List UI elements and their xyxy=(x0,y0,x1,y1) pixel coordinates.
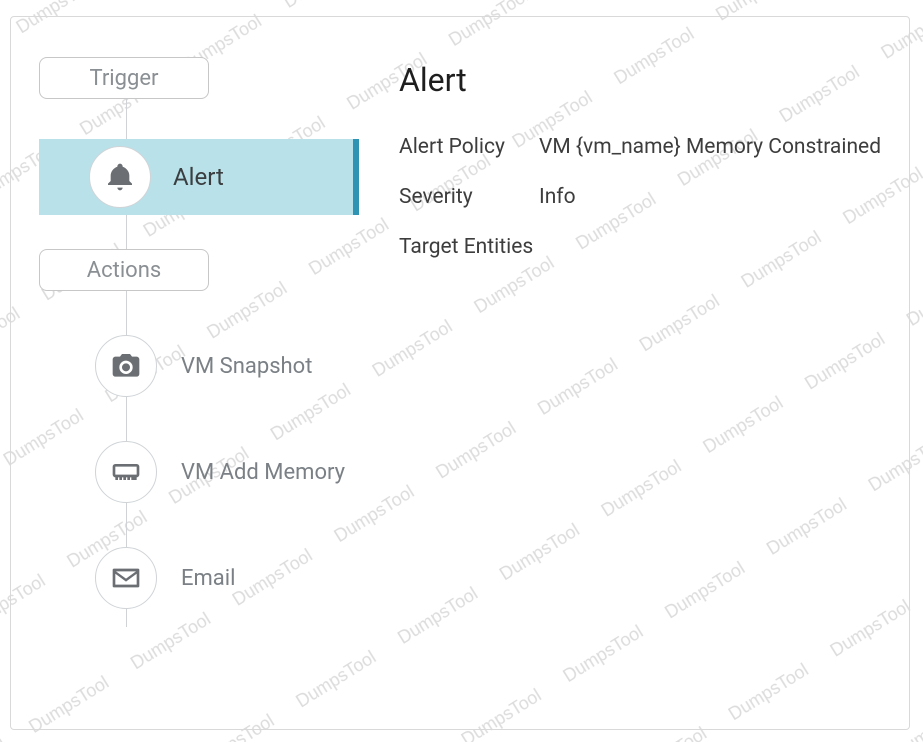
trigger-alert-label: Alert xyxy=(173,163,224,191)
flow-column: Trigger Alert Actions VM Snapshot VM Add… xyxy=(11,17,371,729)
actions-header[interactable]: Actions xyxy=(39,249,209,291)
detail-title: Alert xyxy=(399,61,889,99)
detail-row: Target Entities xyxy=(399,235,889,259)
detail-key: Target Entities xyxy=(399,235,539,259)
actions-label: Actions xyxy=(87,258,161,283)
detail-row: Alert Policy VM {vm_name} Memory Constra… xyxy=(399,135,889,159)
trigger-alert-node[interactable]: Alert xyxy=(39,139,359,215)
bell-icon xyxy=(89,146,151,208)
action-node[interactable]: VM Snapshot xyxy=(95,335,371,397)
detail-row: Severity Info xyxy=(399,185,889,209)
trigger-header[interactable]: Trigger xyxy=(39,57,209,99)
camera-icon xyxy=(95,335,157,397)
detail-key: Severity xyxy=(399,185,539,209)
detail-key: Alert Policy xyxy=(399,135,539,159)
trigger-label: Trigger xyxy=(90,66,159,91)
mail-icon xyxy=(95,547,157,609)
detail-value xyxy=(539,235,889,259)
action-node[interactable]: Email xyxy=(95,547,371,609)
action-label: VM Add Memory xyxy=(181,460,345,485)
action-label: VM Snapshot xyxy=(181,354,312,379)
playbook-panel: Trigger Alert Actions VM Snapshot VM Add… xyxy=(10,16,910,730)
action-label: Email xyxy=(181,566,235,591)
detail-value: Info xyxy=(539,185,889,209)
action-node[interactable]: VM Add Memory xyxy=(95,441,371,503)
memory-icon xyxy=(95,441,157,503)
detail-column: Alert Alert Policy VM {vm_name} Memory C… xyxy=(371,17,909,729)
detail-value: VM {vm_name} Memory Constrained xyxy=(539,135,889,159)
